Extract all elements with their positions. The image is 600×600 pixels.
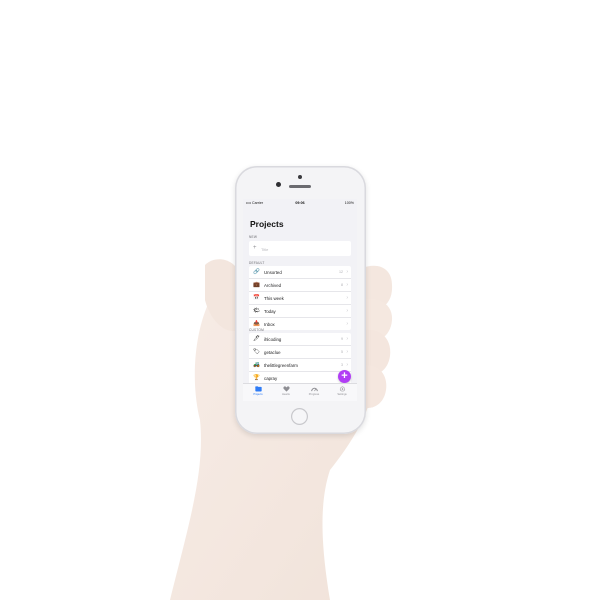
list-item-label: This week <box>264 295 284 301</box>
item-count: 3 <box>341 362 343 367</box>
plus-icon: + <box>253 245 257 251</box>
list-item-label: Unsorted <box>264 269 282 275</box>
chevron-right-icon: › <box>346 335 348 342</box>
tag-icon: 🏷 <box>253 349 260 355</box>
list-item-label: Today <box>264 308 276 314</box>
gauge-icon <box>310 387 318 392</box>
list-item-label: Archived <box>264 282 282 288</box>
tab-bar: Projects Hearts Progress Settings <box>243 383 357 401</box>
pen-icon: 🖊 <box>253 336 260 342</box>
new-project-placeholder: Title <box>261 246 269 252</box>
list-item-label: thelittlegreenfarm <box>264 362 298 368</box>
list-item-label: Inbox <box>264 321 275 327</box>
tab-label: Hearts <box>282 393 290 396</box>
item-count: 5 <box>341 349 343 354</box>
status-bar: •••• Carrier 09:06 100% <box>243 199 357 207</box>
item-count: 9 <box>341 336 343 341</box>
list-item[interactable]: 🖊 ihlcoding 9 › <box>249 333 351 346</box>
chevron-right-icon: › <box>346 320 348 327</box>
custom-list: 🖊 ihlcoding 9 › 🏷 getaclue 5 › 🚜 thelitt… <box>249 333 351 384</box>
chevron-right-icon: › <box>346 281 348 288</box>
chevron-right-icon: › <box>346 294 348 301</box>
list-item[interactable]: 🌤 Today › <box>249 305 351 318</box>
link-icon: 🔗 <box>253 269 260 275</box>
tab-label: Projects <box>253 393 263 396</box>
list-item-label: getaclue <box>264 349 281 355</box>
list-item[interactable]: 🔗 Unsorted 12 › <box>249 266 351 279</box>
chevron-right-icon: › <box>346 268 348 275</box>
proximity-sensor <box>298 175 302 179</box>
page-title: Projects <box>250 219 284 229</box>
inbox-icon: 📥 <box>253 321 260 327</box>
app-screen: •••• Carrier 09:06 100% Projects NEW + T… <box>243 199 357 401</box>
home-button[interactable] <box>291 408 308 425</box>
chevron-right-icon: › <box>346 348 348 355</box>
tab-label: Settings <box>337 393 347 396</box>
sun-icon: 🌤 <box>253 308 260 314</box>
tractor-icon: 🚜 <box>253 362 260 368</box>
section-header-default: DEFAULT <box>249 261 265 265</box>
chevron-right-icon: › <box>346 307 348 314</box>
list-item[interactable]: 🏷 getaclue 5 › <box>249 346 351 359</box>
earpiece-speaker <box>289 185 311 188</box>
heart-icon <box>282 386 290 392</box>
front-camera <box>276 182 281 187</box>
item-count: 8 <box>341 282 343 287</box>
section-header-new: NEW <box>249 235 258 239</box>
calendar-icon: 📅 <box>253 295 260 301</box>
new-project-field[interactable]: + Title <box>249 241 351 256</box>
item-count: 12 <box>339 269 343 274</box>
list-item[interactable]: 🚜 thelittlegreenfarm 3 › <box>249 359 351 372</box>
battery-indicator: 100% <box>344 201 354 205</box>
tab-settings[interactable]: Settings <box>328 386 356 396</box>
trophy-icon: 🏆 <box>253 375 260 381</box>
list-item-label: ihlcoding <box>264 336 282 342</box>
section-header-custom: CUSTOM <box>249 328 264 332</box>
tab-projects[interactable]: Projects <box>244 386 272 396</box>
gear-icon <box>339 386 345 392</box>
archive-icon: 💼 <box>253 282 260 288</box>
add-project-button[interactable]: + <box>338 370 351 383</box>
list-item-label: capray <box>264 375 278 381</box>
tab-hearts[interactable]: Hearts <box>272 386 300 396</box>
tab-progress[interactable]: Progress <box>300 386 328 396</box>
tab-label: Progress <box>308 393 320 396</box>
list-item[interactable]: 📥 Inbox › <box>249 318 351 330</box>
projects-icon <box>254 386 262 392</box>
list-item[interactable]: 📅 This week › <box>249 292 351 305</box>
list-item[interactable]: 💼 Archived 8 › <box>249 279 351 292</box>
status-time: 09:06 <box>295 201 305 205</box>
default-list: 🔗 Unsorted 12 › 💼 Archived 8 › 📅 This we… <box>249 266 351 330</box>
chevron-right-icon: › <box>346 361 348 368</box>
